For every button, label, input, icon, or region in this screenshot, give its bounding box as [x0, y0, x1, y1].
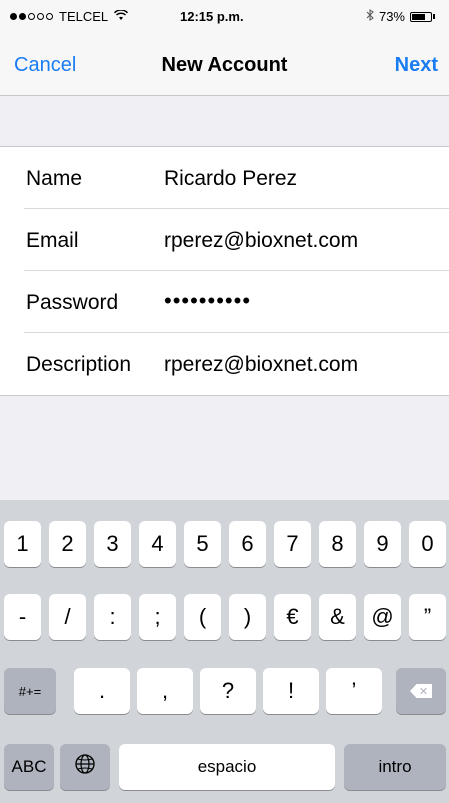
bluetooth-icon: [366, 9, 374, 24]
space-key[interactable]: espacio: [119, 744, 335, 790]
status-time: 12:15 p.m.: [180, 9, 244, 24]
globe-icon: [74, 753, 96, 781]
status-right: 73%: [366, 9, 435, 24]
key-hyphen[interactable]: -: [4, 594, 41, 640]
carrier-name: TELCEL: [59, 9, 109, 24]
name-label: Name: [26, 167, 83, 190]
description-row[interactable]: Description rperez@bioxnet.com: [0, 333, 449, 395]
key-close-paren[interactable]: ): [229, 594, 266, 640]
wifi-icon: [114, 9, 129, 24]
key-2[interactable]: 2: [49, 521, 86, 567]
key-ampersand[interactable]: &: [319, 594, 356, 640]
delete-icon: ✕: [410, 684, 432, 698]
status-left: TELCEL: [10, 9, 129, 24]
key-8[interactable]: 8: [319, 521, 356, 567]
battery-tip: [433, 14, 435, 19]
name-field[interactable]: Ricardo Perez: [164, 167, 297, 191]
password-field[interactable]: ••••••••••: [164, 288, 251, 314]
name-row[interactable]: Name Ricardo Perez: [0, 147, 449, 209]
abc-key[interactable]: ABC: [4, 744, 54, 790]
key-question[interactable]: ?: [200, 668, 256, 714]
key-euro[interactable]: €: [274, 594, 311, 640]
email-row[interactable]: Email rperez@bioxnet.com: [0, 209, 449, 271]
key-open-paren[interactable]: (: [184, 594, 221, 640]
key-0[interactable]: 0: [409, 521, 446, 567]
key-exclamation[interactable]: !: [263, 668, 319, 714]
signal-strength-icon: [10, 13, 53, 20]
key-quote[interactable]: ”: [409, 594, 446, 640]
next-button[interactable]: Next: [395, 54, 438, 77]
email-label: Email: [26, 229, 79, 252]
keyboard: 1 2 3 4 5 6 7 8 9 0 - / : ; ( ) € & @ ” …: [0, 500, 449, 803]
key-comma[interactable]: ,: [137, 668, 193, 714]
symbols-toggle-key[interactable]: #+=: [4, 668, 56, 714]
key-4[interactable]: 4: [139, 521, 176, 567]
key-7[interactable]: 7: [274, 521, 311, 567]
key-6[interactable]: 6: [229, 521, 266, 567]
page-title: New Account: [161, 54, 288, 76]
key-9[interactable]: 9: [364, 521, 401, 567]
key-period[interactable]: .: [74, 668, 130, 714]
key-5[interactable]: 5: [184, 521, 221, 567]
return-key[interactable]: intro: [344, 744, 446, 790]
description-field[interactable]: rperez@bioxnet.com: [164, 353, 358, 377]
key-1[interactable]: 1: [4, 521, 41, 567]
key-at[interactable]: @: [364, 594, 401, 640]
key-semicolon[interactable]: ;: [139, 594, 176, 640]
key-apostrophe[interactable]: ’: [326, 668, 382, 714]
battery-percent: 73%: [378, 9, 405, 24]
account-form: Name Ricardo Perez Email rperez@bioxnet.…: [0, 146, 449, 396]
password-label: Password: [26, 291, 119, 314]
globe-key[interactable]: [60, 744, 110, 790]
key-slash[interactable]: /: [49, 594, 86, 640]
battery-icon: [410, 11, 432, 22]
key-3[interactable]: 3: [94, 521, 131, 567]
status-bar: TELCEL 12:15 p.m. 73%: [0, 0, 449, 34]
delete-key[interactable]: ✕: [396, 668, 446, 714]
navigation-bar: Cancel New Account Next: [0, 34, 449, 96]
password-row[interactable]: Password ••••••••••: [0, 271, 449, 333]
key-colon[interactable]: :: [94, 594, 131, 640]
description-label: Description: [26, 353, 132, 376]
email-field[interactable]: rperez@bioxnet.com: [164, 229, 358, 253]
